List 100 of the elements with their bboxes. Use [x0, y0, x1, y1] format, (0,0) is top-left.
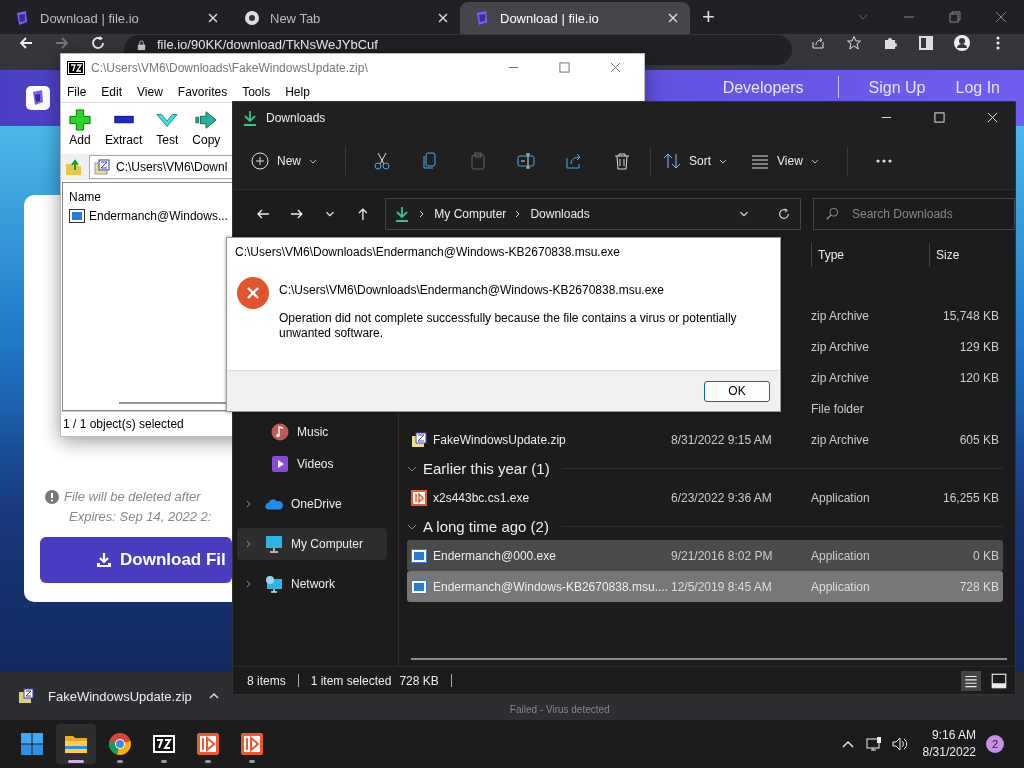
- share-icon[interactable]: [565, 152, 583, 170]
- sidebar-item[interactable]: OneDrive: [237, 488, 387, 520]
- ok-button[interactable]: OK: [704, 380, 770, 402]
- file-row[interactable]: x2s443bc.cs1.exe 6/23/2022 9:36 AM Application 16,255 KB: [407, 482, 1003, 513]
- notification-badge[interactable]: 2: [986, 735, 1004, 753]
- file-size: 129 KB: [959, 339, 999, 354]
- trash-icon[interactable]: [613, 152, 631, 170]
- view-button[interactable]: View: [751, 152, 829, 170]
- details-view-icon[interactable]: [961, 670, 981, 691]
- copy-icon[interactable]: [421, 152, 439, 170]
- download-status: Failed - Virus detected: [509, 703, 610, 715]
- toolbar-button[interactable]: Add: [69, 109, 91, 147]
- rename-icon[interactable]: [517, 152, 535, 170]
- plus-circle-icon: [251, 152, 269, 170]
- scrollbar[interactable]: [411, 658, 1007, 660]
- sort-button[interactable]: Sort: [663, 152, 738, 170]
- status-text: 728 KB: [399, 673, 439, 688]
- caret-down-icon: [719, 157, 728, 165]
- file-type: Application: [811, 490, 870, 505]
- file-name: x2s443bc.cs1.exe: [433, 490, 530, 505]
- menu-item[interactable]: File: [67, 84, 87, 99]
- application-icon: [411, 578, 427, 595]
- lock-icon[interactable]: [136, 40, 147, 51]
- dialog-title: C:\Users\VM6\Downloads\Endermanch@Windows-KB2670838.msu.exe: [234, 244, 622, 261]
- chevron-right-icon[interactable]: [245, 580, 253, 588]
- zip-file-icon: [411, 431, 427, 448]
- new-button[interactable]: New: [251, 152, 327, 170]
- nav-link[interactable]: Log In: [955, 79, 1000, 97]
- sidebar-icon[interactable]: [918, 35, 934, 51]
- nav-link[interactable]: Sign Up: [868, 79, 926, 97]
- menu-item[interactable]: Edit: [101, 84, 123, 99]
- toolbar-button[interactable]: Copy: [192, 109, 221, 147]
- breadcrumb-item[interactable]: Downloads: [530, 207, 590, 221]
- search-field[interactable]: Search Downloads: [813, 198, 1015, 230]
- browser-tab[interactable]: New Tab: [230, 2, 460, 34]
- file-size: 120 KB: [959, 370, 999, 385]
- download-icon: [242, 109, 258, 126]
- sidebar-item[interactable]: Videos: [237, 448, 387, 480]
- clock-date[interactable]: 8/31/2022: [922, 744, 976, 761]
- volume-icon[interactable]: [891, 736, 908, 752]
- puzzle-icon[interactable]: [882, 35, 898, 51]
- group-header[interactable]: Earlier this year (1): [423, 460, 550, 477]
- download-button[interactable]: Download Fil: [40, 537, 232, 583]
- group-header[interactable]: A long time ago (2): [423, 518, 549, 535]
- browser-tab[interactable]: Download | file.io: [0, 2, 230, 34]
- menu-item[interactable]: Tools: [242, 84, 271, 99]
- browser-tab[interactable]: Download | file.io: [460, 2, 690, 34]
- nav-link[interactable]: Developers: [722, 79, 804, 97]
- sidebar-item[interactable]: Network: [237, 568, 387, 600]
- error-icon: [237, 277, 269, 309]
- download-icon: [96, 552, 112, 568]
- play-app-icon: [411, 489, 427, 506]
- reload-icon[interactable]: [90, 35, 106, 51]
- toolbar-button[interactable]: Extract: [105, 109, 143, 147]
- chevron-right-icon[interactable]: [245, 500, 253, 508]
- logo-icon[interactable]: [26, 86, 50, 110]
- path-field[interactable]: C:\Users\VM6\Downl: [89, 155, 233, 179]
- file-type: zip Archive: [811, 432, 870, 447]
- monitor-icon: [265, 535, 283, 553]
- file-row[interactable]: Endermanch@000.exe 9/21/2016 8:02 PM Application 0 KB: [407, 540, 1003, 571]
- address-bar[interactable]: My Computer Downloads: [385, 198, 801, 230]
- folder-up-icon[interactable]: [65, 158, 83, 176]
- file-row[interactable]: FakeWindowsUpdate.zip 8/31/2022 9:15 AM zip Archive 605 KB: [407, 424, 1003, 455]
- taskbar-button[interactable]: [56, 724, 96, 764]
- profile-icon[interactable]: [954, 35, 970, 51]
- menu-item[interactable]: Favorites: [177, 84, 228, 99]
- breadcrumb-item[interactable]: My Computer: [434, 207, 507, 221]
- file-size: 0 KB: [973, 548, 999, 563]
- file-size: 605 KB: [959, 432, 999, 447]
- toolbar-button[interactable]: Test: [156, 109, 179, 147]
- share-icon[interactable]: [810, 35, 826, 51]
- music-note-icon: [271, 423, 289, 441]
- play-app-icon: [240, 732, 264, 756]
- menu-item[interactable]: View: [137, 84, 163, 99]
- restore-icon[interactable]: [949, 11, 961, 23]
- menu-item[interactable]: Help: [285, 84, 310, 99]
- file-row[interactable]: Endermanch@Windows-KB2670838.msu.... 12/5/2019 8:45 AM Application 728 KB: [407, 571, 1003, 602]
- column-header[interactable]: Type: [811, 243, 929, 267]
- network-icon[interactable]: [865, 736, 882, 752]
- column-header[interactable]: Name: [69, 187, 101, 207]
- file-type: zip Archive: [811, 339, 870, 354]
- back-icon[interactable]: [18, 35, 34, 51]
- sidebar-item[interactable]: My Computer: [237, 528, 387, 560]
- new-tab-button[interactable]: +: [690, 0, 727, 34]
- file-date: 12/5/2019 8:45 AM: [671, 579, 772, 594]
- file-name[interactable]: Endermanch@Windows...: [89, 209, 228, 223]
- download-item[interactable]: FakeWindowsUpdate.zip: [18, 688, 192, 704]
- archive-app-icon: [67, 60, 85, 75]
- file-type: Application: [811, 548, 870, 563]
- clock-time[interactable]: 9:16 AM: [931, 727, 976, 744]
- sidebar-item[interactable]: Music: [237, 416, 387, 448]
- refresh-icon[interactable]: [777, 207, 791, 221]
- column-header[interactable]: Size: [929, 243, 1003, 267]
- chevron-right-icon[interactable]: [245, 540, 253, 548]
- file-type: zip Archive: [811, 370, 870, 385]
- file-size: 15,748 KB: [942, 308, 999, 323]
- chrome-icon: [108, 732, 132, 756]
- star-icon[interactable]: [846, 35, 862, 51]
- scissors-icon[interactable]: [373, 152, 391, 170]
- plus-icon: [69, 109, 91, 131]
